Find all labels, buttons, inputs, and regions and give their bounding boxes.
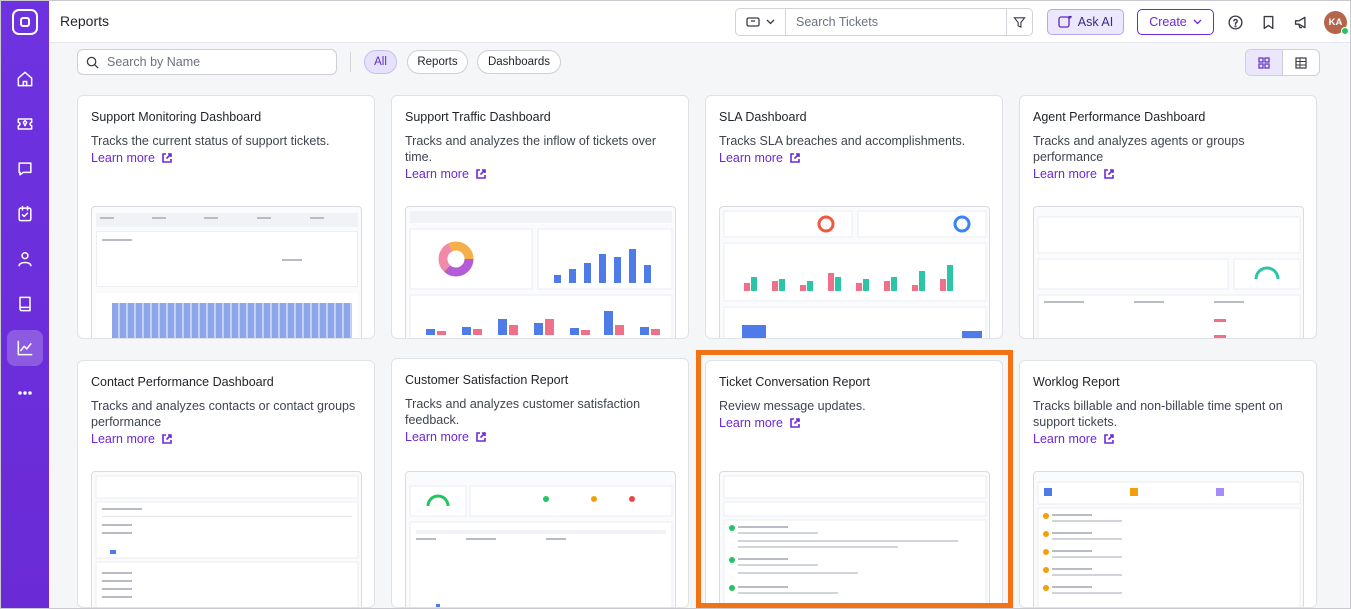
learn-more-link[interactable]: Learn more: [405, 430, 487, 444]
card-description: Tracks the current status of support tic…: [91, 134, 330, 148]
help-icon[interactable]: [1225, 12, 1245, 32]
report-card[interactable]: Worklog Report Tracks billable and non-b…: [1019, 360, 1317, 608]
view-toggle: [1245, 49, 1320, 76]
top-header: Reports Search Tickets Ask AI Create KA: [49, 1, 1350, 43]
name-search-input[interactable]: Search by Name: [107, 55, 200, 69]
learn-more-link[interactable]: Learn more: [1033, 432, 1115, 446]
card-description: Tracks billable and non-billable time sp…: [1033, 399, 1283, 429]
report-card-ticket-conversation[interactable]: Ticket Conversation Report Review messag…: [705, 360, 1003, 608]
card-description: Tracks and analyzes contacts or contact …: [91, 399, 356, 429]
grid-view-icon[interactable]: [1246, 50, 1283, 75]
preview-charts: [1037, 216, 1301, 338]
card-title: Customer Satisfaction Report: [405, 373, 569, 387]
card-title: Worklog Report: [1033, 375, 1120, 389]
reports-icon[interactable]: [7, 330, 43, 366]
external-link-icon: [162, 434, 172, 444]
report-card[interactable]: Support Traffic Dashboard Tracks and ana…: [391, 95, 689, 339]
chat-icon[interactable]: [7, 151, 43, 187]
learn-more-link[interactable]: Learn more: [719, 151, 801, 165]
learn-more-link[interactable]: Learn more: [91, 432, 173, 446]
filter-chip-dashboards[interactable]: Dashboards: [477, 50, 561, 74]
external-link-icon: [476, 432, 486, 442]
preview-worklog: [1037, 481, 1301, 607]
create-label: Create: [1149, 15, 1187, 29]
card-title: Support Traffic Dashboard: [405, 110, 551, 124]
external-link-icon: [1104, 434, 1114, 444]
contacts-icon[interactable]: [7, 241, 43, 277]
more-icon[interactable]: [7, 375, 43, 411]
page-title: Reports: [60, 13, 110, 29]
card-description: Tracks and analyzes customer satisfactio…: [405, 397, 641, 427]
card-description: Review message updates.: [719, 399, 866, 413]
card-preview: [1033, 206, 1304, 338]
card-description: Tracks and analyzes the inflow of ticket…: [405, 134, 657, 164]
chevron-down-icon: [766, 19, 775, 25]
ask-ai-label: Ask AI: [1077, 15, 1114, 29]
card-preview: [719, 206, 990, 338]
preview-charts: [409, 485, 673, 607]
search-icon: [86, 56, 99, 69]
ticket-search[interactable]: Search Tickets: [735, 8, 1033, 36]
ticket-icon: [746, 17, 760, 27]
ask-ai-button[interactable]: Ask AI: [1047, 9, 1124, 35]
ticket-search-input[interactable]: Search Tickets: [786, 15, 1006, 29]
knowledge-base-icon[interactable]: [7, 286, 43, 322]
preview-charts: [723, 210, 987, 338]
card-preview: [405, 471, 676, 607]
ai-sparkle-icon: [1058, 15, 1072, 28]
user-avatar[interactable]: KA: [1324, 11, 1349, 35]
app-logo-icon[interactable]: [12, 9, 38, 35]
card-preview: [719, 471, 990, 607]
app-window: Reports Search Tickets Ask AI Create KA …: [0, 0, 1351, 609]
card-preview: [91, 206, 362, 338]
card-preview: [1033, 471, 1304, 607]
external-link-icon: [1104, 169, 1114, 179]
report-card[interactable]: Contact Performance Dashboard Tracks and…: [77, 360, 375, 608]
sidebar: [1, 1, 49, 608]
external-link-icon: [476, 169, 486, 179]
learn-more-link[interactable]: Learn more: [91, 151, 173, 165]
learn-more-link[interactable]: Learn more: [1033, 167, 1115, 181]
online-status-dot: [1341, 27, 1349, 35]
report-card[interactable]: SLA Dashboard Tracks SLA breaches and ac…: [705, 95, 1003, 339]
card-title: Ticket Conversation Report: [719, 375, 870, 389]
learn-more-link[interactable]: Learn more: [719, 416, 801, 430]
filter-chip-all[interactable]: All: [364, 50, 397, 74]
name-search-field[interactable]: Search by Name: [77, 49, 337, 75]
create-button[interactable]: Create: [1137, 9, 1214, 35]
card-title: Support Monitoring Dashboard: [91, 110, 262, 124]
preview-charts: [409, 211, 673, 338]
filter-chip-reports[interactable]: Reports: [407, 50, 468, 74]
tickets-icon[interactable]: [7, 106, 43, 142]
divider: [350, 52, 351, 72]
card-description: Tracks and analyzes agents or groups per…: [1033, 134, 1245, 164]
external-link-icon: [790, 418, 800, 428]
report-card[interactable]: Customer Satisfaction Report Tracks and …: [391, 358, 689, 608]
learn-more-link[interactable]: Learn more: [405, 167, 487, 181]
card-title: Contact Performance Dashboard: [91, 375, 274, 389]
external-link-icon: [162, 153, 172, 163]
external-link-icon: [790, 153, 800, 163]
preview-table: [95, 475, 359, 607]
card-preview: [405, 206, 676, 338]
search-type-dropdown[interactable]: [736, 9, 786, 35]
bookmark-icon[interactable]: [1258, 12, 1278, 32]
table-view-icon[interactable]: [1283, 50, 1319, 75]
tasks-icon[interactable]: [7, 196, 43, 232]
chevron-down-icon: [1193, 19, 1202, 25]
home-icon[interactable]: [7, 61, 43, 97]
card-title: SLA Dashboard: [719, 110, 807, 124]
report-card[interactable]: Agent Performance Dashboard Tracks and a…: [1019, 95, 1317, 339]
announcement-icon[interactable]: [1291, 12, 1311, 32]
preview-conversation: [723, 475, 987, 607]
card-description: Tracks SLA breaches and accomplishments.: [719, 134, 966, 148]
card-title: Agent Performance Dashboard: [1033, 110, 1206, 124]
filter-icon[interactable]: [1006, 9, 1032, 35]
report-card[interactable]: Support Monitoring Dashboard Tracks the …: [77, 95, 375, 339]
card-preview: [91, 471, 362, 607]
